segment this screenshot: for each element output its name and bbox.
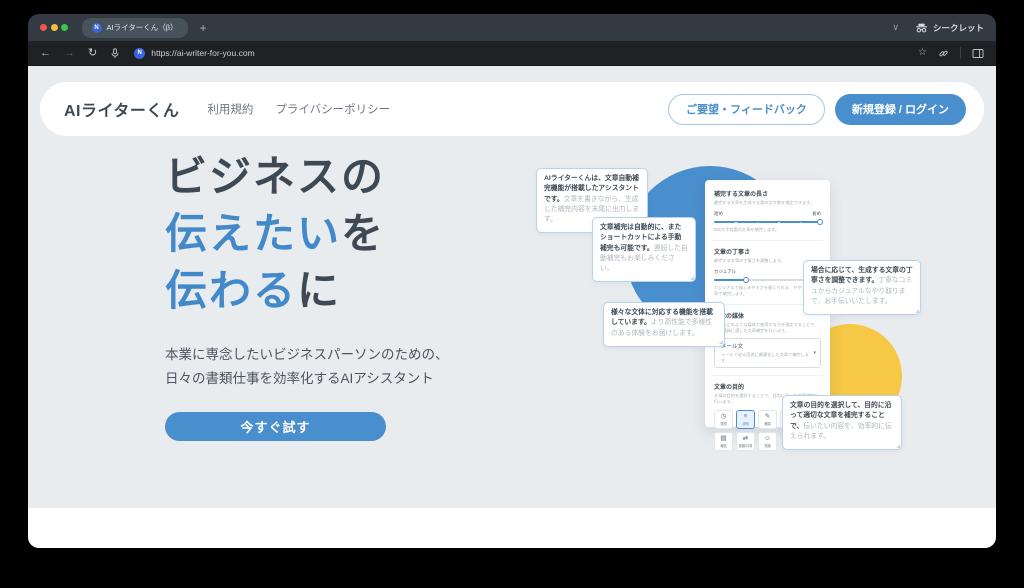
purpose-tile-report[interactable]: ▤ 報告 xyxy=(714,431,733,451)
new-tab-button[interactable]: + xyxy=(200,22,207,34)
resize-grip-icon xyxy=(718,340,723,345)
feature-tooltip-purpose: 文章の目的を選択して、目的に沿って適切な文章を補完することで、伝いたい内容を、効… xyxy=(782,395,902,451)
try-now-button[interactable]: 今すぐ試す xyxy=(165,412,386,441)
purpose-tile-explain[interactable]: ≡ 説明 xyxy=(736,409,755,429)
feature-tooltip-shortcut: 文章補完は自動的に、またショートカットによる手動補完も可能です。連続した自動補完… xyxy=(592,217,696,283)
browser-tab-strip: N AIライターくん（β） + ∨ シークレット xyxy=(28,14,996,41)
address-bar[interactable]: https://ai-writer-for-you.com xyxy=(151,48,254,58)
medium-select[interactable]: メール文 メールで送る用途に最適化した文章で補完します ▾ xyxy=(714,338,821,368)
share-arrows-icon: ⇄ xyxy=(742,434,749,442)
browser-tab[interactable]: N AIライターくん（β） xyxy=(81,17,188,38)
clock-icon: ◷ xyxy=(720,412,727,420)
nav-terms-link[interactable]: 利用規約 xyxy=(207,101,253,117)
resize-grip-icon xyxy=(689,275,694,280)
list-icon: ≡ xyxy=(743,412,748,420)
page-content: AIライターくん 利用規約 プライバシーポリシー ご要望・フィードバック 新規登… xyxy=(28,66,996,548)
pencil-icon: ✎ xyxy=(764,412,771,420)
feature-tooltip-politeness: 場合に応じて、生成する文章の丁寧さを調整できます。丁寧なコミュからカジュアルなや… xyxy=(803,260,921,316)
purpose-tile-thanks[interactable]: ☺ 感謝 xyxy=(758,431,777,451)
site-header: AIライターくん 利用規約 プライバシーポリシー ご要望・フィードバック 新規登… xyxy=(40,82,984,136)
chevron-down-icon: ▾ xyxy=(813,349,816,356)
site-favicon: N xyxy=(134,47,146,59)
link-icon[interactable] xyxy=(938,48,949,59)
feedback-button[interactable]: ご要望・フィードバック xyxy=(668,93,825,125)
bookmark-star-icon[interactable]: ☆ xyxy=(918,48,927,58)
feature-tooltip-styles: 様々な文体に対応する機能を搭載しています。より高性能で多様性のある体験をお届けし… xyxy=(603,302,725,347)
back-icon[interactable]: ← xyxy=(40,47,51,59)
section-title-purpose: 文章の目的 xyxy=(714,384,745,391)
incognito-icon xyxy=(915,23,927,32)
site-logo[interactable]: AIライターくん xyxy=(64,97,179,121)
site-favicon: N xyxy=(91,22,102,33)
side-panel-icon[interactable] xyxy=(972,48,984,59)
chevron-down-icon[interactable]: ∨ xyxy=(892,22,899,33)
mic-icon[interactable] xyxy=(110,47,120,59)
purpose-tile-confirm[interactable]: ✎ 確認 xyxy=(758,409,777,429)
tab-title: AIライターくん（β） xyxy=(106,23,178,32)
smiley-icon: ☺ xyxy=(764,434,771,442)
purpose-tile-share[interactable]: ⇄ 連絡/共有 xyxy=(736,431,755,451)
resize-grip-icon xyxy=(914,308,919,313)
section-title-politeness: 文章の丁寧さ xyxy=(714,250,751,256)
browser-toolbar: ← → ↻ N https://ai-writer-for-you.com ☆ xyxy=(28,41,996,66)
screenshot-stage: N AIライターくん（β） + ∨ シークレット ← → ↻ N https:/… xyxy=(0,0,1024,588)
zoom-window-button[interactable] xyxy=(61,24,68,31)
slider-min-label: 短め xyxy=(714,211,723,216)
toolbar-divider xyxy=(960,47,961,59)
hero-subtitle: 本業に専念したいビジネスパーソンのための、 日々の書類仕事を効率化するAIアシス… xyxy=(165,347,449,386)
message-icon: ▤ xyxy=(720,434,727,442)
bottom-white-section xyxy=(28,508,996,548)
slider-max-label: 長め xyxy=(812,211,821,216)
reload-icon[interactable]: ↻ xyxy=(88,47,97,59)
length-slider xyxy=(714,219,823,225)
hero-title: ビジネスの 伝えたいを 伝わるに xyxy=(165,153,386,314)
signup-login-button[interactable]: 新規登録 / ログイン xyxy=(834,93,966,125)
incognito-badge: シークレット xyxy=(915,22,984,34)
browser-window: N AIライターくん（β） + ∨ シークレット ← → ↻ N https:/… xyxy=(28,14,996,548)
incognito-label: シークレット xyxy=(932,22,984,33)
section-title-length: 補完する文章の長さ xyxy=(714,192,769,198)
resize-grip-icon xyxy=(895,443,900,448)
nav-privacy-link[interactable]: プライバシーポリシー xyxy=(275,101,390,117)
forward-icon[interactable]: → xyxy=(64,47,75,59)
politeness-slider-thumb[interactable] xyxy=(743,277,750,283)
close-window-button[interactable] xyxy=(40,24,47,31)
minimize-window-button[interactable] xyxy=(50,24,58,31)
length-slider-thumb[interactable] xyxy=(816,219,823,225)
purpose-tile-question[interactable]: ◷ 質問 xyxy=(714,409,733,429)
